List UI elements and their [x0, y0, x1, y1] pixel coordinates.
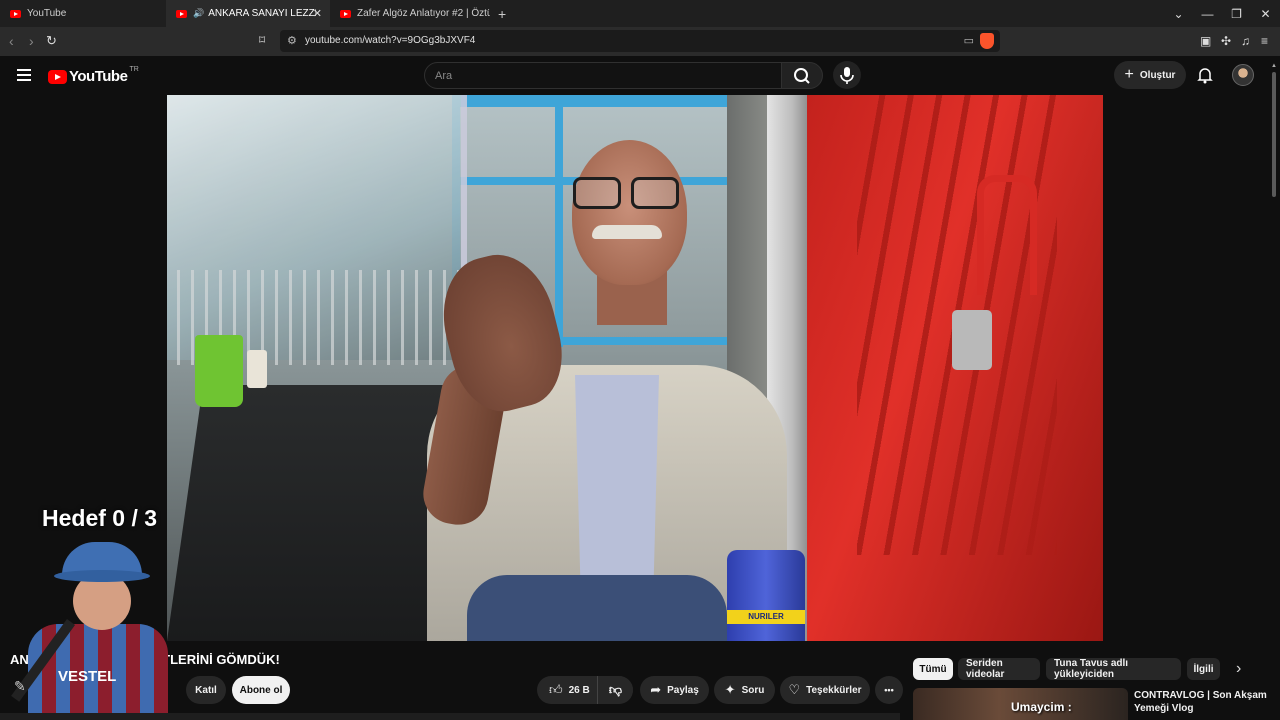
logo-text: YouTube: [69, 68, 128, 85]
microphone-icon: [840, 67, 854, 84]
tab-label: YouTube: [27, 8, 67, 19]
url-text: youtube.com/watch?v=9OGg3bJXVF4: [305, 35, 476, 46]
recommendation-thumbnail[interactable]: Umaycim :: [913, 688, 1128, 720]
like-count: 26 B: [568, 684, 590, 696]
blue-jar: [727, 550, 805, 641]
glasses: [573, 177, 683, 211]
extension-icon[interactable]: ▣: [1200, 34, 1211, 48]
audio-playing-icon[interactable]: 🔊: [193, 8, 204, 19]
hamburger-menu-icon[interactable]: [17, 69, 31, 84]
channel-avatar-icon[interactable]: ✎: [14, 678, 26, 695]
chip-related[interactable]: İlgili: [1187, 658, 1220, 680]
chip-uploader[interactable]: Tuna Tavus adlı yükleyiciden: [1046, 658, 1181, 680]
scroll-up-arrow-icon[interactable]: ▲: [1271, 63, 1277, 69]
search-input[interactable]: [425, 63, 781, 88]
country-code: TR: [129, 66, 139, 73]
cast-icon[interactable]: ▭: [964, 34, 974, 47]
notifications-bell-icon[interactable]: [1196, 66, 1214, 84]
back-icon[interactable]: ‹: [9, 33, 14, 49]
chip-all[interactable]: Tümü: [913, 658, 953, 680]
close-tab-icon[interactable]: ✕: [313, 7, 322, 20]
youtube-favicon-icon: [340, 9, 351, 18]
youtube-favicon-icon: [10, 9, 21, 18]
voice-search-button[interactable]: [833, 61, 861, 89]
more-dots-icon: •••: [884, 685, 894, 695]
door-lock: [952, 310, 992, 370]
new-tab-button[interactable]: +: [498, 6, 506, 22]
recommendation-title[interactable]: CONTRAVLOG | Son Akşam Yemeği Vlog: [1134, 689, 1274, 715]
subscribe-button[interactable]: Abone ol: [232, 676, 290, 704]
ask-button[interactable]: ✦ Soru: [714, 676, 775, 704]
thumbnail-text: Umaycim :: [1011, 700, 1072, 714]
tab-label: ANKARA SANAYİ LEZZETLERİ: [208, 8, 316, 19]
reload-icon[interactable]: ↻: [46, 33, 57, 49]
address-bar-row: ‹ › ↻ ⌑ ⚙ youtube.com/watch?v=9OGg3bJXVF…: [0, 27, 1280, 56]
thanks-button[interactable]: ♡ Teşekkürler: [780, 676, 870, 704]
brave-shield-icon[interactable]: [980, 33, 994, 49]
create-label: Oluştur: [1139, 69, 1176, 81]
youtube-logo[interactable]: YouTube TR: [48, 66, 139, 85]
menu-icon[interactable]: ≡: [1261, 34, 1268, 48]
site-info-icon[interactable]: ⚙: [287, 34, 297, 47]
door-handle: [977, 175, 1037, 295]
window-controls: ⌄ — ❐ ✕: [1164, 0, 1280, 27]
search-icon: [794, 68, 810, 84]
youtube-play-icon: [48, 69, 67, 84]
super-thanks-icon: ♡: [788, 682, 801, 697]
youtube-header: YouTube TR + Oluştur: [0, 56, 1280, 96]
browser-tab-bar: YouTube 🔊 ANKARA SANAYİ LEZZETLERİ ✕ Zaf…: [0, 0, 1280, 27]
share-button[interactable]: ➦ Paylaş: [640, 676, 709, 704]
dislike-button[interactable]: 👎︎: [597, 676, 633, 704]
scrollbar-thumb[interactable]: [1272, 72, 1276, 197]
mustache: [592, 225, 662, 239]
chip-series[interactable]: Seriden videolar: [958, 658, 1040, 680]
browser-tab-active-video[interactable]: 🔊 ANKARA SANAYİ LEZZETLERİ ✕: [166, 0, 330, 27]
close-window-icon[interactable]: ✕: [1251, 7, 1280, 21]
share-arrow-icon: ➦: [650, 682, 662, 697]
sparkle-icon: ✦: [724, 682, 736, 697]
browser-tab-youtube[interactable]: YouTube: [0, 0, 166, 27]
green-cup: [195, 335, 243, 407]
account-avatar[interactable]: [1232, 64, 1254, 86]
search-box[interactable]: [424, 62, 782, 89]
streamer-overlay-character: [11, 542, 168, 720]
description-edge: [0, 713, 900, 720]
more-actions-button[interactable]: •••: [875, 676, 903, 704]
tab-search-chevron-icon[interactable]: ⌄: [1164, 7, 1193, 21]
restore-icon[interactable]: ❐: [1222, 7, 1251, 21]
youtube-favicon-icon: [176, 9, 187, 18]
minimize-icon[interactable]: —: [1193, 7, 1222, 21]
thumbs-up-icon: 👍︎: [549, 682, 563, 697]
goal-counter: Hedef 0 / 3: [42, 505, 158, 531]
puzzle-icon[interactable]: ✣: [1221, 34, 1231, 48]
plus-icon: +: [1124, 66, 1134, 83]
thumbs-down-icon: 👎︎: [608, 682, 623, 697]
video-player[interactable]: [167, 95, 1103, 641]
url-field[interactable]: ⚙ youtube.com/watch?v=9OGg3bJXVF4 ▭: [280, 30, 1000, 52]
create-button[interactable]: + Oluştur: [1114, 61, 1186, 89]
man-jeans: [467, 575, 727, 641]
page-scrollbar[interactable]: [1271, 62, 1277, 720]
music-icon[interactable]: ♫: [1241, 34, 1250, 48]
bookmark-icon[interactable]: ⌑: [259, 33, 265, 47]
browser-tab-zafer[interactable]: Zafer Algöz Anlatıyor #2 | Öztürk Sen: [330, 0, 490, 27]
search-button[interactable]: [781, 62, 823, 89]
join-button[interactable]: Katıl: [186, 676, 226, 704]
chevron-right-icon[interactable]: ›: [1236, 660, 1241, 678]
man-head: [572, 140, 687, 285]
tab-label: Zafer Algöz Anlatıyor #2 | Öztürk Sen: [357, 8, 490, 19]
forward-icon[interactable]: ›: [29, 33, 34, 49]
